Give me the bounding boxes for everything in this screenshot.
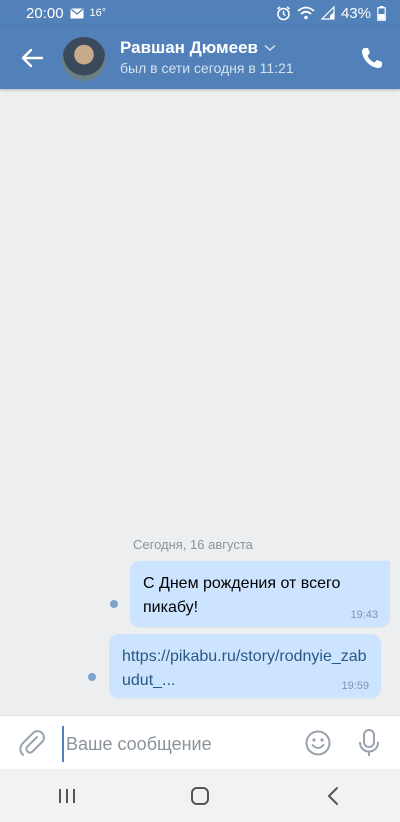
wifi-icon: [297, 6, 315, 20]
chat-header: Равшан Дюмеев был в сети сегодня в 11:21: [0, 26, 400, 89]
status-battery: 43%: [340, 4, 371, 22]
message-composer: [0, 715, 400, 769]
phone-icon: [362, 48, 382, 68]
attach-button[interactable]: [18, 729, 46, 757]
microphone-icon: [359, 729, 379, 756]
system-nav-bar: [0, 769, 400, 822]
home-button[interactable]: [176, 776, 224, 816]
back-icon: [328, 786, 339, 805]
message-bubble[interactable]: С Днем рождения от всего пикабу! 19:43: [130, 561, 390, 627]
emoji-icon: [305, 730, 331, 756]
contact-status: был в сети сегодня в 11:21: [120, 60, 294, 76]
message-input[interactable]: [62, 726, 298, 762]
voice-button[interactable]: [356, 728, 382, 758]
chevron-down-icon: [264, 44, 276, 52]
unread-indicator: [88, 673, 96, 681]
home-icon: [190, 786, 209, 805]
status-time: 20:00: [26, 4, 64, 22]
contact-name-button[interactable]: Равшан Дюмеев: [120, 38, 276, 58]
message-time: 19:59: [341, 680, 369, 692]
call-button[interactable]: [360, 46, 386, 72]
date-separator: Сегодня, 16 августа: [133, 537, 253, 552]
battery-icon: [377, 5, 386, 21]
signal-icon: [320, 6, 335, 20]
unread-indicator: [110, 600, 118, 608]
avatar[interactable]: [62, 37, 106, 81]
mail-icon: [70, 8, 84, 19]
status-right: 43%: [276, 5, 386, 22]
paperclip-icon: [19, 730, 45, 756]
contact-name: Равшан Дюмеев: [120, 38, 258, 57]
back-button[interactable]: [16, 45, 48, 71]
nav-back-button[interactable]: [309, 776, 357, 816]
alarm-icon: [276, 5, 291, 21]
recent-apps-icon: [58, 788, 75, 803]
back-arrow-icon: [21, 48, 43, 68]
message-bubble[interactable]: https://pikabu.ru/story/rodnyie_zabudut_…: [109, 634, 381, 698]
message-time: 19:43: [350, 609, 378, 621]
status-left: 20:00 16°: [26, 5, 106, 22]
status-temperature: 16°: [89, 7, 107, 19]
message-link[interactable]: https://pikabu.ru/story/rodnyie_zabudut_…: [122, 645, 371, 693]
message-text: С Днем рождения от всего пикабу!: [143, 575, 341, 616]
recent-apps-button[interactable]: [43, 776, 91, 816]
status-bar: 20:00 16° 43%: [0, 0, 400, 26]
message-list[interactable]: Сегодня, 16 августа С Днем рождения от в…: [0, 89, 400, 715]
emoji-button[interactable]: [304, 729, 332, 757]
